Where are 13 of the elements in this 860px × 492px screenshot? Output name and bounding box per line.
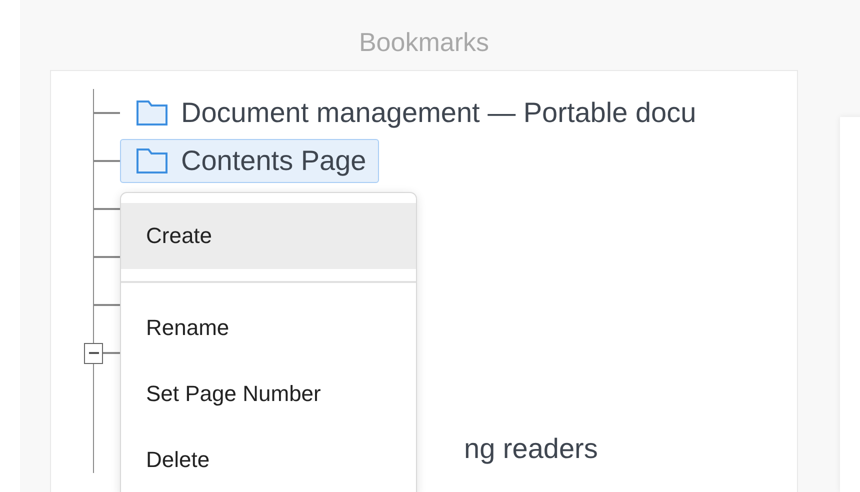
menu-item[interactable]: Rename — [121, 294, 416, 360]
bookmark-item[interactable]: Contents Page — [120, 139, 380, 183]
menu-item[interactable]: Set Page Number — [121, 360, 416, 426]
bookmark-label[interactable]: ng readers — [464, 433, 598, 465]
bookmark-label: Document management — Portable docu — [181, 97, 696, 129]
menu-item[interactable]: Create — [121, 203, 416, 269]
collapse-toggle[interactable] — [84, 342, 103, 364]
folder-icon — [136, 148, 168, 174]
bookmark-item[interactable]: Document management — Portable docu — [120, 91, 710, 135]
bookmark-label: Contents Page — [181, 145, 366, 177]
folder-icon — [136, 100, 168, 126]
menu-item[interactable]: Delete — [121, 426, 416, 492]
panel-title: Bookmarks — [358, 26, 490, 58]
